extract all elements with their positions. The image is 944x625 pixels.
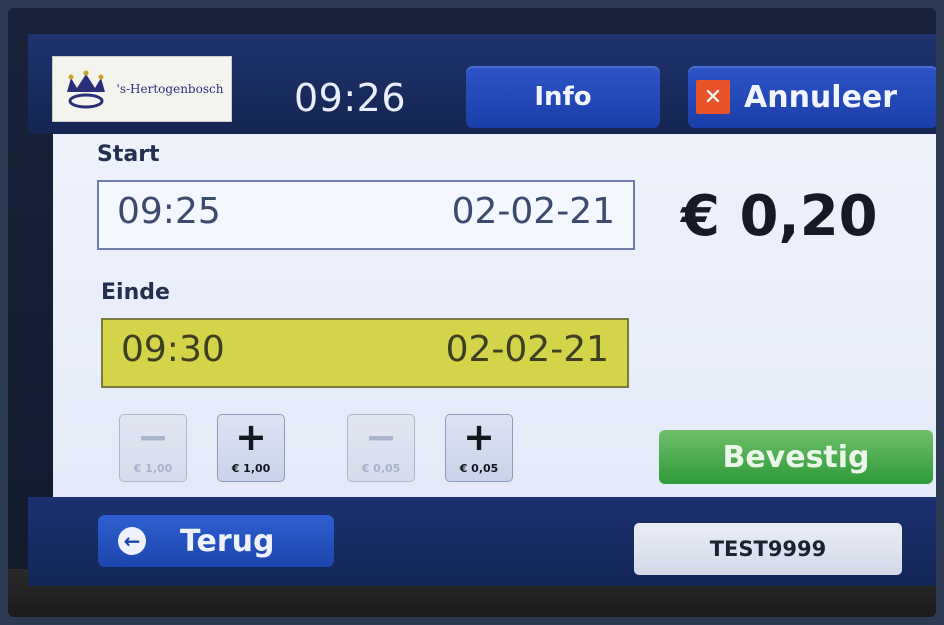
info-button[interactable]: Info <box>466 66 660 128</box>
machine-id: TEST9999 <box>709 537 827 561</box>
device-bezel: 's-Hertogenbosch 09:26 Info ✕ Annuleer S… <box>8 8 936 617</box>
minus-icon: − <box>137 415 169 459</box>
back-button-label: Terug <box>180 523 275 559</box>
cancel-button-label: Annuleer <box>744 79 898 115</box>
machine-id-badge: TEST9999 <box>634 523 902 575</box>
price-display: € 0,20 <box>681 184 878 249</box>
end-label: Einde <box>101 280 170 305</box>
content-panel: Start 09:25 02-02-21 Einde 09:30 02-02-2… <box>53 134 936 497</box>
end-time: 09:30 <box>121 329 225 370</box>
start-field: 09:25 02-02-21 <box>97 180 635 250</box>
footer-bar: ← Terug TEST9999 <box>28 497 936 586</box>
crown-icon <box>66 70 105 109</box>
info-button-label: Info <box>534 82 592 112</box>
end-field: 09:30 02-02-21 <box>101 318 629 388</box>
city-logo: 's-Hertogenbosch <box>52 56 232 122</box>
minus-icon: − <box>365 415 397 459</box>
cancel-button[interactable]: ✕ Annuleer <box>688 66 936 128</box>
confirm-button-label: Bevestig <box>722 439 870 475</box>
plus-icon: + <box>235 415 267 459</box>
start-label: Start <box>97 142 160 167</box>
close-icon: ✕ <box>696 80 730 114</box>
arrow-left-icon: ← <box>118 527 146 555</box>
plus-icon: + <box>463 415 495 459</box>
stepper-amount: € 1,00 <box>231 462 271 475</box>
screen: 's-Hertogenbosch 09:26 Info ✕ Annuleer S… <box>28 34 936 586</box>
back-button[interactable]: ← Terug <box>98 515 334 567</box>
stepper-amount: € 0,05 <box>361 462 401 475</box>
logo-text: 's-Hertogenbosch <box>116 82 224 96</box>
header-bar: 's-Hertogenbosch 09:26 Info ✕ Annuleer <box>28 34 936 134</box>
decrease-1-euro-button[interactable]: − € 1,00 <box>119 414 187 482</box>
stepper-amount: € 1,00 <box>133 462 173 475</box>
decrease-5-cent-button[interactable]: − € 0,05 <box>347 414 415 482</box>
end-date: 02-02-21 <box>445 329 609 370</box>
stepper-amount: € 0,05 <box>459 462 499 475</box>
clock: 09:26 <box>294 76 407 120</box>
increase-5-cent-button[interactable]: + € 0,05 <box>445 414 513 482</box>
confirm-button[interactable]: Bevestig <box>659 430 933 484</box>
increase-1-euro-button[interactable]: + € 1,00 <box>217 414 285 482</box>
start-date: 02-02-21 <box>451 191 615 232</box>
start-time: 09:25 <box>117 191 221 232</box>
